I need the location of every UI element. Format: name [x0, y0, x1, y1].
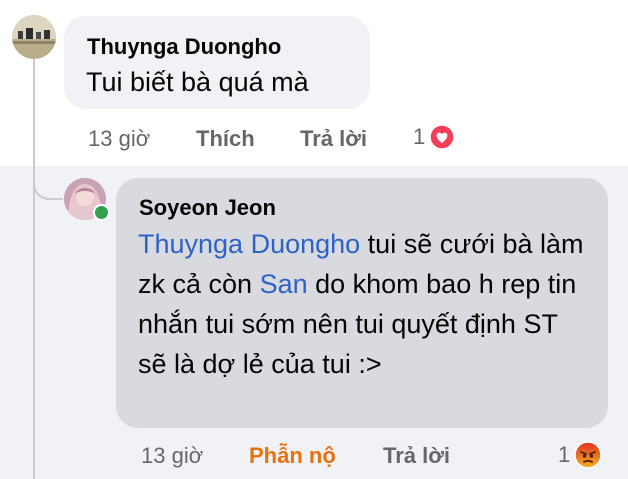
- angry-face-icon: [574, 441, 602, 469]
- commenter-avatar[interactable]: [12, 15, 56, 59]
- comment-timestamp[interactable]: 13 giờ: [88, 126, 150, 152]
- like-button[interactable]: Thích: [196, 126, 255, 152]
- heart-icon: [429, 124, 455, 150]
- reply-button[interactable]: Trả lời: [300, 126, 367, 152]
- online-status-dot: [93, 204, 110, 221]
- comment-reaction-summary[interactable]: 1: [413, 124, 455, 150]
- comment-reaction-count: 1: [413, 124, 426, 149]
- thread-line-vertical: [33, 58, 35, 479]
- comment-text: Tui biết bà quá mà: [86, 67, 309, 97]
- angry-reaction-button[interactable]: Phẫn nộ: [249, 443, 336, 469]
- reply-reaction-summary[interactable]: 1: [558, 441, 602, 469]
- mention-thuynga[interactable]: Thuynga Duongho: [138, 229, 360, 259]
- reply-text: Thuynga Duongho tui sẽ cưới bà làm zk cả…: [138, 224, 588, 384]
- reply-reply-button[interactable]: Trả lời: [383, 443, 450, 469]
- reply-reaction-count: 1: [558, 442, 571, 467]
- mention-san[interactable]: San: [260, 269, 308, 299]
- thread-line-curve: [33, 170, 63, 200]
- landscape-photo-icon: [12, 15, 56, 59]
- comment-author-name[interactable]: Thuynga Duongho: [87, 34, 281, 60]
- reply-author-name[interactable]: Soyeon Jeon: [139, 195, 276, 221]
- reply-timestamp[interactable]: 13 giờ: [141, 443, 203, 469]
- reply-actions: 13 giờ Phẫn nộ Trả lời: [0, 443, 628, 469]
- comment-actions: 13 giờ Thích Trả lời: [0, 126, 628, 152]
